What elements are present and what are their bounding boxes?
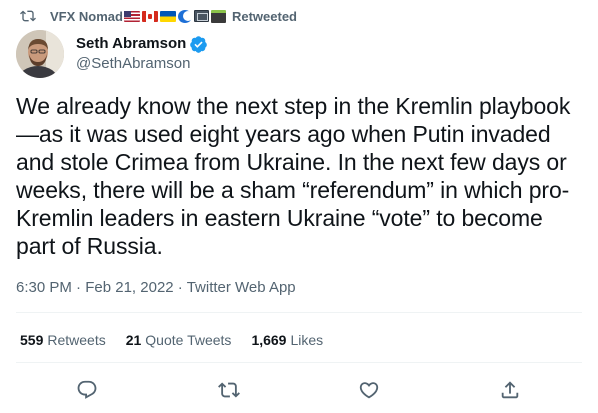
heart-icon[interactable] xyxy=(358,379,380,401)
retweets-count: 559 xyxy=(20,332,44,348)
author-name-row: Seth Abramson xyxy=(76,34,208,54)
retweeted-label: Retweeted xyxy=(231,8,297,24)
divider xyxy=(16,362,582,363)
canada-flag-icon xyxy=(141,10,158,22)
quote-tweets-label: Quote Tweets xyxy=(145,332,232,348)
ukraine-flag-icon xyxy=(159,10,176,22)
us-flag-icon xyxy=(123,10,140,22)
tweet-stats: 559 Retweets 21 Quote Tweets 1,669 Likes xyxy=(20,328,343,352)
tweet-source[interactable]: Twitter Web App xyxy=(174,278,296,298)
verified-badge-icon xyxy=(189,35,208,54)
likes-stat[interactable]: 1,669 Likes xyxy=(251,332,323,348)
clapperboard-icon xyxy=(210,9,226,23)
likes-count: 1,669 xyxy=(251,332,287,348)
tweet-time[interactable]: 6:30 PM xyxy=(16,278,72,298)
ticket-icon xyxy=(193,10,209,22)
quote-tweets-stat[interactable]: 21 Quote Tweets xyxy=(126,332,232,348)
divider xyxy=(16,312,582,313)
tweet-date[interactable]: Feb 21, 2022 xyxy=(72,278,173,298)
tweet-header: Seth Abramson @SethAbramson xyxy=(16,30,208,78)
avatar[interactable] xyxy=(16,30,64,78)
retweets-stat[interactable]: 559 Retweets xyxy=(20,332,106,348)
retweet-icon xyxy=(20,8,36,24)
tweet-actions xyxy=(0,372,598,406)
reply-icon[interactable] xyxy=(76,379,98,401)
crescent-moon-icon xyxy=(177,9,193,23)
author-handle[interactable]: @SethAbramson xyxy=(76,54,208,74)
author-display-name[interactable]: Seth Abramson xyxy=(76,34,186,54)
social-context: VFX Nomad Retweeted xyxy=(20,6,297,26)
retweet-icon[interactable] xyxy=(218,379,240,401)
likes-label: Likes xyxy=(290,332,324,348)
retweets-label: Retweets xyxy=(47,332,106,348)
tweet-meta: 6:30 PM Feb 21, 2022 Twitter Web App xyxy=(16,278,296,298)
author-names: Seth Abramson @SethAbramson xyxy=(76,34,208,74)
share-icon[interactable] xyxy=(499,379,521,401)
retweeter-name[interactable]: VFX Nomad xyxy=(50,9,123,24)
tweet-text: We already know the next step in the Kre… xyxy=(16,93,571,259)
quote-tweets-count: 21 xyxy=(125,332,142,348)
retweeter-emoji xyxy=(123,9,226,23)
